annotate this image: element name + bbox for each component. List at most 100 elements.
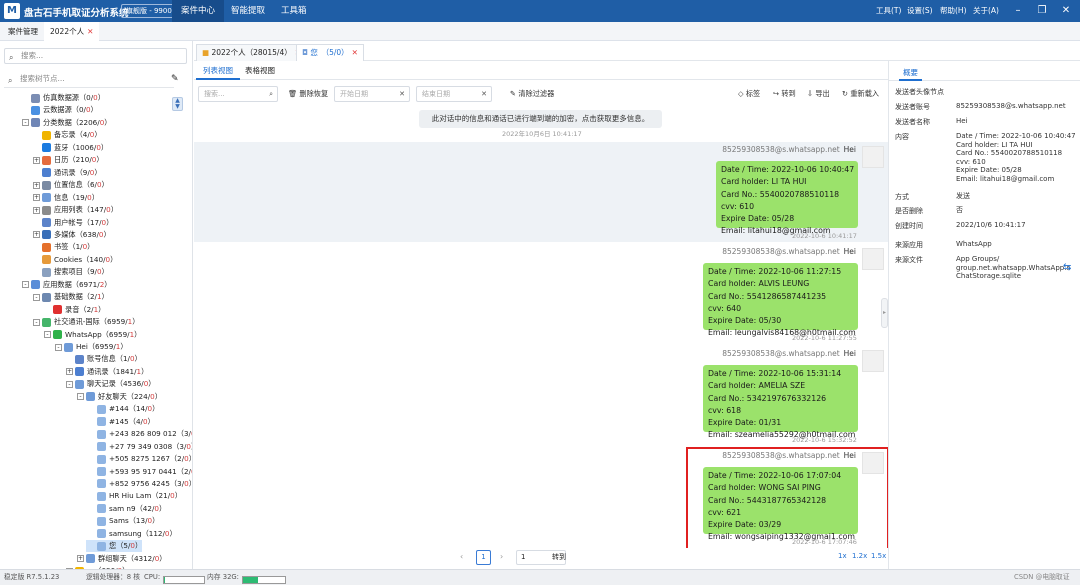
tree-node[interactable]: 仿真数据源 （0/0） [22, 92, 105, 104]
clear-filter-button[interactable]: ✎ 清除过滤器 [510, 86, 554, 102]
tree-search-input[interactable]: ⌕ 搜索树节点... [4, 72, 174, 88]
tree-node[interactable]: #145 （4/0） [88, 416, 155, 428]
menu-smart-extract[interactable]: 智能提取 [222, 0, 274, 22]
tree-node[interactable]: 书签 （1/0） [33, 241, 94, 253]
reload-button[interactable]: ↻ 重新载入 [842, 86, 879, 102]
expand-toggle-icon[interactable]: - [22, 119, 29, 127]
encryption-notice[interactable]: 此对话中的信息和通话已进行端到端的加密，点击获取更多信息。 [419, 110, 662, 128]
tag-button[interactable]: ◇ 标签 [738, 86, 760, 102]
tab-2022-personal[interactable]: 2022个人 ✕ [44, 22, 100, 41]
current-page[interactable]: 1 [476, 550, 491, 565]
panel-collapse-handle[interactable]: ▸ [881, 298, 888, 328]
expand-toggle-icon[interactable]: - [77, 393, 84, 401]
maximize-icon[interactable]: ❐ [1032, 0, 1052, 22]
message-bubble[interactable]: Date / Time: 2022-10-06 15:31:14 Card ho… [703, 365, 858, 439]
next-page-icon[interactable]: › [500, 552, 503, 561]
tree-node[interactable]: - 分类数据 （2206/0） [22, 117, 111, 129]
expand-toggle-icon[interactable]: - [44, 331, 51, 339]
expand-toggle-icon[interactable]: - [33, 318, 40, 326]
minimize-icon[interactable]: – [1008, 0, 1028, 22]
tree-node[interactable]: 通讯录 （9/0） [33, 167, 102, 179]
tree-node[interactable]: - WhatsApp （6959/1） [44, 329, 141, 341]
tree-node[interactable]: + 日历 （210/0） [33, 154, 104, 166]
menu-settings[interactable]: 设置(S) [907, 0, 933, 22]
tab-2022-personal-data[interactable]: ■ 2022个人（28015/4）✕ [196, 44, 308, 61]
expand-toggle-icon[interactable]: + [33, 181, 40, 189]
message-bubble[interactable]: Date / Time: 2022-10-06 10:40:47 Card ho… [716, 161, 858, 235]
clear-icon[interactable]: ✕ [481, 87, 487, 101]
export-button[interactable]: ⇩ 导出 [807, 86, 830, 102]
tree-node[interactable]: - 聊天记录 （4536/0） [66, 378, 155, 390]
close-tab-icon[interactable]: ✕ [87, 27, 93, 36]
forward-button[interactable]: ↪ 转到 [773, 86, 796, 102]
tree-node[interactable]: - 社交通讯-国际 （6959/1） [33, 316, 139, 328]
expand-toggle-icon[interactable]: - [55, 343, 62, 351]
tree-node[interactable]: 录音 （2/1） [44, 304, 105, 316]
tree-node[interactable]: +593 95 917 0441（2/0） [88, 466, 192, 478]
tree-node[interactable]: 账号信息 （1/0） [66, 353, 142, 365]
tree-node[interactable]: sam n9 （42/0） [88, 503, 166, 515]
tree-node[interactable]: + 信息 （19/0） [33, 192, 99, 204]
tab-table-view[interactable]: 表格视图 [238, 61, 282, 80]
end-date-input[interactable]: 结束日期 ✕ [416, 86, 492, 102]
tree-node[interactable]: - Hei （6959/1） [55, 341, 128, 353]
tree-node[interactable]: +243 826 809 012（3/0） [88, 428, 192, 440]
zoom-1-5x[interactable]: 1.5x [871, 552, 886, 560]
close-tab-icon[interactable]: ✕ [352, 48, 358, 57]
tree-node[interactable]: + 多媒体 （638/0） [33, 229, 111, 241]
case-search-input[interactable]: ⌕ 搜索... [4, 48, 187, 64]
tree-node[interactable]: 用户帐号 （17/0） [33, 217, 113, 229]
expand-toggle-icon[interactable]: + [33, 231, 40, 239]
tree-node[interactable]: + 通讯录 （1841/1） [66, 366, 148, 378]
expand-toggle-icon[interactable]: + [66, 368, 73, 376]
expand-toggle-icon[interactable]: + [33, 194, 40, 202]
message-search-input[interactable]: 搜索... ⌕ [198, 86, 278, 102]
zoom-1-2x[interactable]: 1.2x [852, 552, 867, 560]
tree-node[interactable]: +505 8275 1267（2/0） [88, 453, 192, 465]
tree-node[interactable]: 搜索项目 （9/0） [33, 266, 109, 278]
tree-node[interactable]: + 应用列表 （147/0） [33, 204, 118, 216]
tree-node[interactable]: - 基础数据 （2/1） [33, 291, 109, 303]
tab-chat-you[interactable]: ◘ 您 （5/0） ✕ [296, 44, 364, 61]
clear-brush-icon[interactable]: ✎ [171, 74, 179, 84]
goto-button[interactable]: 转到 [552, 552, 566, 562]
tab-list-view[interactable]: 列表视图 [196, 61, 240, 80]
tree-node[interactable]: 备忘录 （4/0） [33, 129, 102, 141]
tab-case-management[interactable]: 案件管理 [2, 22, 44, 41]
expand-toggle-icon[interactable]: + [33, 206, 40, 214]
tree-node[interactable]: - 应用数据 （6971/2） [22, 279, 111, 291]
expand-toggle-icon[interactable]: + [77, 555, 84, 563]
menu-tools[interactable]: 工具(T) [876, 0, 901, 22]
tree-node[interactable]: +852 9756 4245（3/0） [88, 478, 192, 490]
menu-case-center[interactable]: 案件中心 [172, 0, 225, 22]
tree-node[interactable]: + 位置信息 （6/0） [33, 179, 109, 191]
delete-restore-button[interactable]: 🗑 删除恢复 [288, 86, 328, 102]
tree-node[interactable]: 云数据源 （0/0） [22, 104, 98, 116]
clear-icon[interactable]: ✕ [399, 87, 405, 101]
menu-toolbox[interactable]: 工具箱 [272, 0, 316, 22]
link-icon[interactable]: ⇆ [1063, 262, 1071, 273]
tree-node[interactable]: samsung （112/0） [88, 528, 177, 540]
expand-toggle-icon[interactable]: + [33, 156, 40, 164]
tree-node[interactable]: HR Hiu Lam （21/0） [88, 490, 182, 502]
close-icon[interactable]: ✕ [1056, 0, 1076, 22]
message-bubble[interactable]: Date / Time: 2022-10-06 11:27:15 Card ho… [703, 263, 858, 337]
menu-help[interactable]: 帮助(H) [940, 0, 967, 22]
expand-toggle-icon[interactable]: - [33, 293, 40, 301]
tree-node[interactable]: Cookies （140/0） [33, 254, 117, 266]
tree-node[interactable]: 您（5/0） [86, 540, 143, 553]
tab-summary[interactable]: 概要 [899, 65, 922, 81]
tree-node[interactable]: Sams （13/0） [88, 515, 159, 527]
expand-toggle-icon[interactable]: - [22, 281, 29, 289]
tree-node[interactable]: +27 79 349 0308（3/0） [88, 441, 192, 453]
menu-about[interactable]: 关于(A) [973, 0, 999, 22]
sort-icon[interactable]: ▲ ▼ [172, 97, 183, 111]
prev-page-icon[interactable]: ‹ [460, 552, 463, 561]
tree-node[interactable]: - 好友聊天 （224/0） [77, 391, 162, 403]
tree-node[interactable]: #144 （14/0） [88, 403, 159, 415]
tree-node[interactable]: + 群组聊天 （4312/0） [77, 553, 166, 565]
tree-node[interactable]: 蓝牙 （1006/0） [33, 142, 108, 154]
zoom-1x[interactable]: 1x [838, 552, 847, 560]
expand-toggle-icon[interactable]: - [66, 380, 73, 388]
start-date-input[interactable]: 开始日期 ✕ [334, 86, 410, 102]
